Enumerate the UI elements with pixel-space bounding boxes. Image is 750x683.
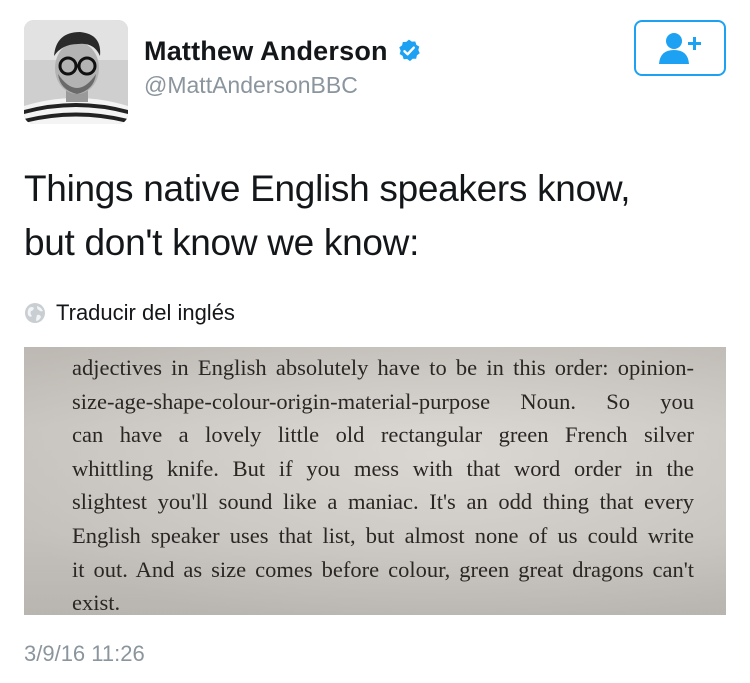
verified-badge-icon xyxy=(396,38,422,64)
translate-link[interactable]: Traducir del inglés xyxy=(24,298,235,328)
globe-icon xyxy=(24,302,46,324)
author-names: Matthew Anderson @MattAndersonBBC xyxy=(144,34,422,99)
tweet-media-photo[interactable]: adjectives in English absolutely have to… xyxy=(24,347,726,615)
book-page-text: adjectives in English absolutely have to… xyxy=(72,351,694,615)
timestamp[interactable]: 3/9/16 11:26 xyxy=(24,641,145,667)
page-line: adjectives in English absolutely have to… xyxy=(72,355,694,380)
follow-button[interactable] xyxy=(634,20,726,76)
display-name[interactable]: Matthew Anderson xyxy=(144,36,388,67)
page-line: can have a lovely little old rectangular… xyxy=(72,422,694,448)
page-line: slightest you'll sound like a maniac. It… xyxy=(72,489,694,515)
add-user-icon xyxy=(659,33,701,64)
tweet-header: Matthew Anderson @MattAndersonBBC xyxy=(24,20,726,124)
translate-label: Traducir del inglés xyxy=(56,300,235,325)
tweet: Matthew Anderson @MattAndersonBBC Things… xyxy=(0,0,750,683)
page-line: it out. And as size comes before colour,… xyxy=(72,556,694,582)
display-name-row: Matthew Anderson xyxy=(144,34,422,68)
page-line: size-age-shape-colour-origin-material-pu… xyxy=(72,388,694,414)
handle[interactable]: @MattAndersonBBC xyxy=(144,72,422,99)
profile-photo-icon xyxy=(24,20,128,124)
page-line: whittling knife. But if you mess with th… xyxy=(72,455,694,481)
page-line: English speaker uses that list, but almo… xyxy=(72,522,694,548)
avatar[interactable] xyxy=(24,20,128,124)
page-line: exist. xyxy=(72,590,121,615)
tweet-text: Things native English speakers know, but… xyxy=(24,168,631,263)
